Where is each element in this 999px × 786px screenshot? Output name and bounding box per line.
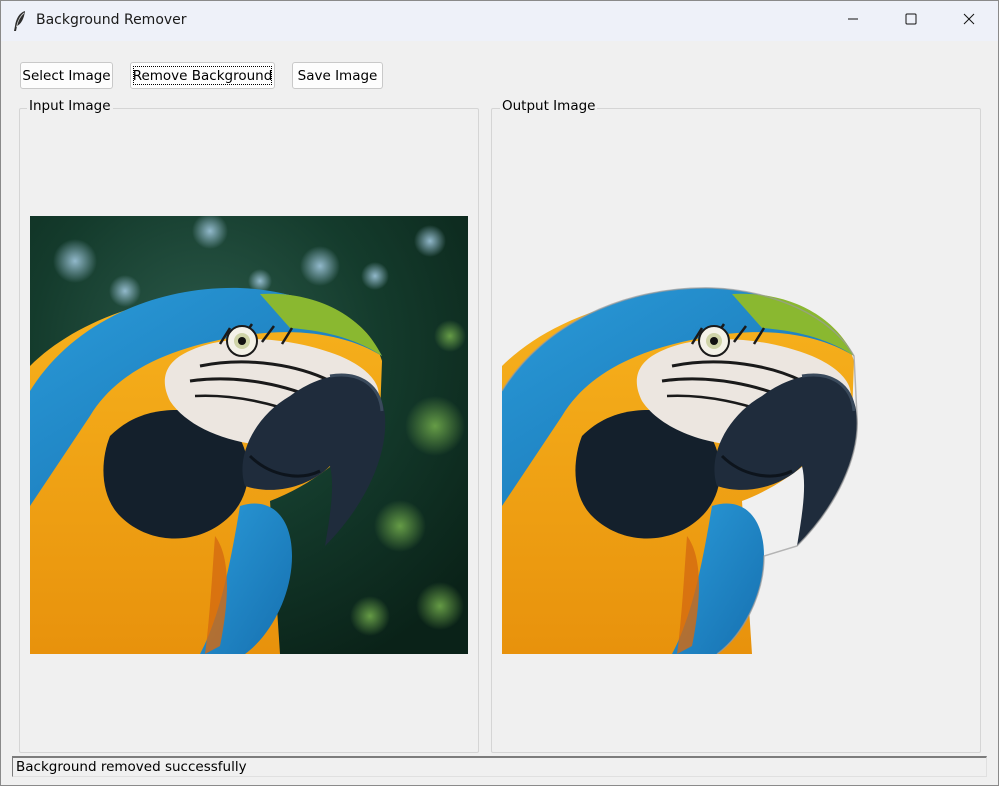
select-image-button[interactable]: Select Image [20, 62, 113, 89]
feather-icon [11, 10, 29, 32]
output-image-label: Output Image [500, 98, 598, 114]
title-bar[interactable]: Background Remover [1, 1, 998, 41]
maximize-icon [905, 13, 917, 29]
close-button[interactable] [940, 1, 998, 41]
status-bar: Background removed successfully [12, 756, 987, 777]
minimize-button[interactable] [824, 1, 882, 41]
window-title: Background Remover [36, 12, 187, 28]
save-image-button[interactable]: Save Image [292, 62, 383, 89]
minimize-icon [847, 13, 859, 29]
input-image-label: Input Image [27, 98, 113, 114]
remove-background-button[interactable]: Remove Background [130, 62, 275, 89]
remove-background-label: Remove Background [132, 67, 273, 84]
output-image [502, 216, 940, 654]
maximize-button[interactable] [882, 1, 940, 41]
app-window: Background Remover Select Image Remove B… [0, 0, 999, 786]
status-text: Background removed successfully [16, 759, 247, 775]
close-icon [963, 13, 975, 29]
input-image [30, 216, 468, 654]
